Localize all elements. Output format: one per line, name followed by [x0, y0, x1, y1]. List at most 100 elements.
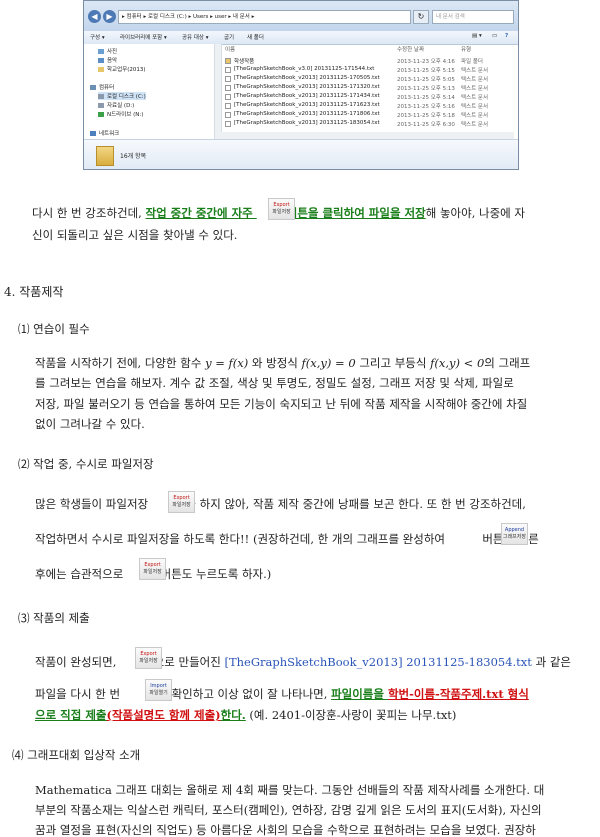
folder-icon [98, 67, 104, 72]
item-count: 16개 항목 [120, 153, 147, 160]
help-icon[interactable]: ? [505, 33, 508, 39]
drive-icon [98, 103, 104, 108]
export-button-image: Export 파일저장 [268, 198, 295, 220]
file-type: 텍스트 문서 [461, 104, 489, 110]
file-list-scrollbar[interactable] [221, 132, 514, 139]
file-date: 2013-11-25 오후 6:30 [397, 122, 455, 128]
text-file-icon [225, 94, 231, 100]
file-date: 2013-11-25 오후 5:13 [397, 86, 455, 92]
drive-icon [98, 94, 104, 99]
nav-item-school-work[interactable]: 학교업무(2013) [98, 65, 146, 73]
file-row[interactable]: [TheGraphSketchBook_v2013] 20131125-1714… [221, 92, 511, 101]
contest-line1: Mathematica 그래프 대회는 올해로 제 4회 째를 맞는다. 그동안… [35, 783, 545, 797]
address-field[interactable]: ▸ 컴퓨터 ▸ 로컬 디스크 (C:) ▸ Users ▸ user ▸ 내 문… [118, 10, 411, 24]
submit-line1: 작품이 완성되면, 으로 만들어진 [TheGraphSketchBook_v2… [35, 655, 571, 669]
file-date: 2013-11-25 오후 5:05 [397, 77, 455, 83]
column-header-date[interactable]: 수정한 날짜 [397, 45, 424, 53]
export-button-image: Export 파일저장 [168, 491, 195, 513]
contest-line2: 부분의 작품소재는 익살스런 캐릭터, 포스터(캠페인), 연하장, 감명 깊게… [35, 803, 542, 817]
search-input[interactable]: 내 문서 검색 [432, 10, 514, 24]
export-button-image: Export 파일저장 [139, 558, 166, 580]
navigation-pane: 사진 음악 학교업무(2013) 컴퓨터 로컬 디스크 (C:) 자료실 (D:… [84, 44, 214, 139]
file-type: 텍스트 문서 [461, 68, 489, 74]
explorer-window: ◀ ▶ ▸ 컴퓨터 ▸ 로컬 디스크 (C:) ▸ Users ▸ user ▸… [83, 0, 519, 170]
file-row[interactable]: [TheGraphSketchBook_v2013] 20131125-1718… [221, 110, 511, 119]
pictures-icon [98, 49, 104, 54]
column-header-name[interactable]: 이름 [225, 45, 235, 53]
practice-line3: 저장, 파일 불러오기 등 연습을 통하여 모든 기능이 숙지되고 난 뒤에 작… [35, 397, 528, 411]
file-name: [TheGraphSketchBook_v2013] 20131125-1714… [234, 93, 380, 99]
file-row[interactable]: [TheGraphSketchBook_v2013] 20131125-1716… [221, 101, 511, 110]
nav-item-pictures[interactable]: 사진 [98, 47, 117, 55]
import-button-image: Import 파일열기 [145, 679, 172, 701]
submit-line2: 파일을 다시 한 번 로 확인하고 이상 없이 잘 나타나면, 파일이름을 학번… [35, 687, 529, 701]
export-button-image: Export 파일저장 [135, 647, 162, 669]
details-pane: 16개 항목 [84, 139, 518, 169]
nav-item-local-disk[interactable]: 로컬 디스크 (C:) [98, 92, 146, 100]
save-line2: 작업하면서 수시로 파일저장을 하도록 한다!! (권장하건데, 한 개의 그래… [35, 532, 539, 546]
folder-icon [225, 58, 231, 64]
file-type: 텍스트 문서 [461, 77, 489, 83]
organize-menu[interactable]: 구성 ▾ [90, 33, 105, 41]
view-icon[interactable]: ▤ ▾ [472, 33, 482, 39]
file-row[interactable]: [TheGraphSketchBook_v3.0] 20131125-17154… [221, 65, 511, 74]
file-type: 텍스트 문서 [461, 95, 489, 101]
music-icon [98, 58, 104, 63]
preview-pane-icon[interactable]: ▭ [492, 33, 497, 39]
new-folder-button[interactable]: 새 폴더 [247, 33, 264, 41]
practice-line2: 를 그려보는 연습을 해보자. 계수 값 조절, 색상 및 투명도, 정밀도 설… [35, 376, 514, 390]
subsection-heading-2: ⑵ 작업 중, 수시로 파일저장 [18, 457, 154, 471]
nav-item-computer[interactable]: 컴퓨터 [90, 83, 114, 91]
text-file-icon [225, 121, 231, 127]
forward-icon[interactable]: ▶ [103, 10, 116, 23]
file-name: [TheGraphSketchBook_v2013] 20131125-1830… [234, 120, 380, 126]
file-row[interactable]: [TheGraphSketchBook_v2013] 20131125-1830… [221, 119, 511, 128]
file-name: [TheGraphSketchBook_v2013] 20131125-1705… [234, 75, 380, 81]
file-date: 2013-11-25 오후 5:15 [397, 68, 455, 74]
file-name: [TheGraphSketchBook_v3.0] 20131125-17154… [234, 66, 375, 72]
file-type: 파일 폴더 [461, 59, 483, 65]
contest-line3: 꿈과 열정을 표현(자신의 직업도) 등 아름다운 사회의 모습을 수학으로 표… [35, 823, 536, 837]
nav-item-data-drive[interactable]: 자료실 (D:) [98, 101, 134, 109]
refresh-icon[interactable]: ↻ [413, 10, 429, 24]
file-row[interactable]: [TheGraphSketchBook_v2013] 20131125-1713… [221, 83, 511, 92]
text-file-icon [225, 85, 231, 91]
nav-item-network[interactable]: 네트워크 [90, 129, 119, 137]
file-name: 학생작품 [234, 59, 255, 65]
nav-item-music[interactable]: 음악 [98, 56, 117, 64]
practice-line4: 없이 그려나갈 수 있다. [35, 417, 145, 431]
file-type: 텍스트 문서 [461, 86, 489, 92]
text-file-icon [225, 112, 231, 118]
file-name: [TheGraphSketchBook_v2013] 20131125-1713… [234, 84, 380, 90]
subsection-heading-3: ⑶ 작품의 제출 [18, 611, 90, 625]
folder-icon [96, 146, 114, 166]
column-header-type[interactable]: 유형 [461, 45, 471, 53]
command-toolbar: 구성 ▾ 라이브러리에 포함 ▾ 공유 대상 ▾ 굽기 새 폴더 ▤ ▾ ▭ ? [84, 31, 518, 45]
submit-line3: 으로 직접 제출(작품설명도 함께 제출)한다. (예. 2401-이장훈-사랑… [35, 708, 457, 722]
text-file-icon [225, 67, 231, 73]
file-date: 2013-11-25 오후 5:16 [397, 104, 455, 110]
file-type: 텍스트 문서 [461, 122, 489, 128]
file-date: 2013-11-23 오후 4:16 [397, 59, 455, 65]
network-drive-icon [98, 112, 104, 117]
include-in-library-menu[interactable]: 라이브러리에 포함 ▾ [120, 33, 167, 41]
back-icon[interactable]: ◀ [88, 10, 101, 23]
intro-paragraph-line2: 신이 되돌리고 싶은 시점을 찾아낼 수 있다. [32, 228, 238, 242]
file-name: [TheGraphSketchBook_v2013] 20131125-1716… [234, 102, 380, 108]
address-bar-area: ◀ ▶ ▸ 컴퓨터 ▸ 로컬 디스크 (C:) ▸ Users ▸ user ▸… [84, 1, 518, 31]
subsection-heading-1: ⑴ 연습이 필수 [18, 322, 90, 336]
share-with-menu[interactable]: 공유 대상 ▾ [182, 33, 209, 41]
file-date: 2013-11-25 오후 5:18 [397, 113, 455, 119]
burn-button[interactable]: 굽기 [224, 33, 234, 41]
network-icon [90, 131, 96, 136]
file-list: 이름 수정한 날짜 유형 학생작품 2013-11-23 오후 4:16 파일 폴더… [221, 44, 514, 139]
save-line1: 많은 학생들이 파일저장 을 하지 않아, 작품 제작 중간에 낭패를 보곤 한… [35, 497, 526, 511]
nav-item-n-drive[interactable]: N드라이브 (N:) [98, 110, 143, 118]
text-file-icon [225, 76, 231, 82]
computer-icon [90, 85, 96, 90]
file-row[interactable]: [TheGraphSketchBook_v2013] 20131125-1705… [221, 74, 511, 83]
file-row[interactable]: 학생작품 2013-11-23 오후 4:16 파일 폴더 [221, 56, 511, 65]
text-file-icon [225, 103, 231, 109]
append-button-image: Append 그래프저장 [501, 523, 528, 545]
file-name: [TheGraphSketchBook_v2013] 20131125-1718… [234, 111, 380, 117]
